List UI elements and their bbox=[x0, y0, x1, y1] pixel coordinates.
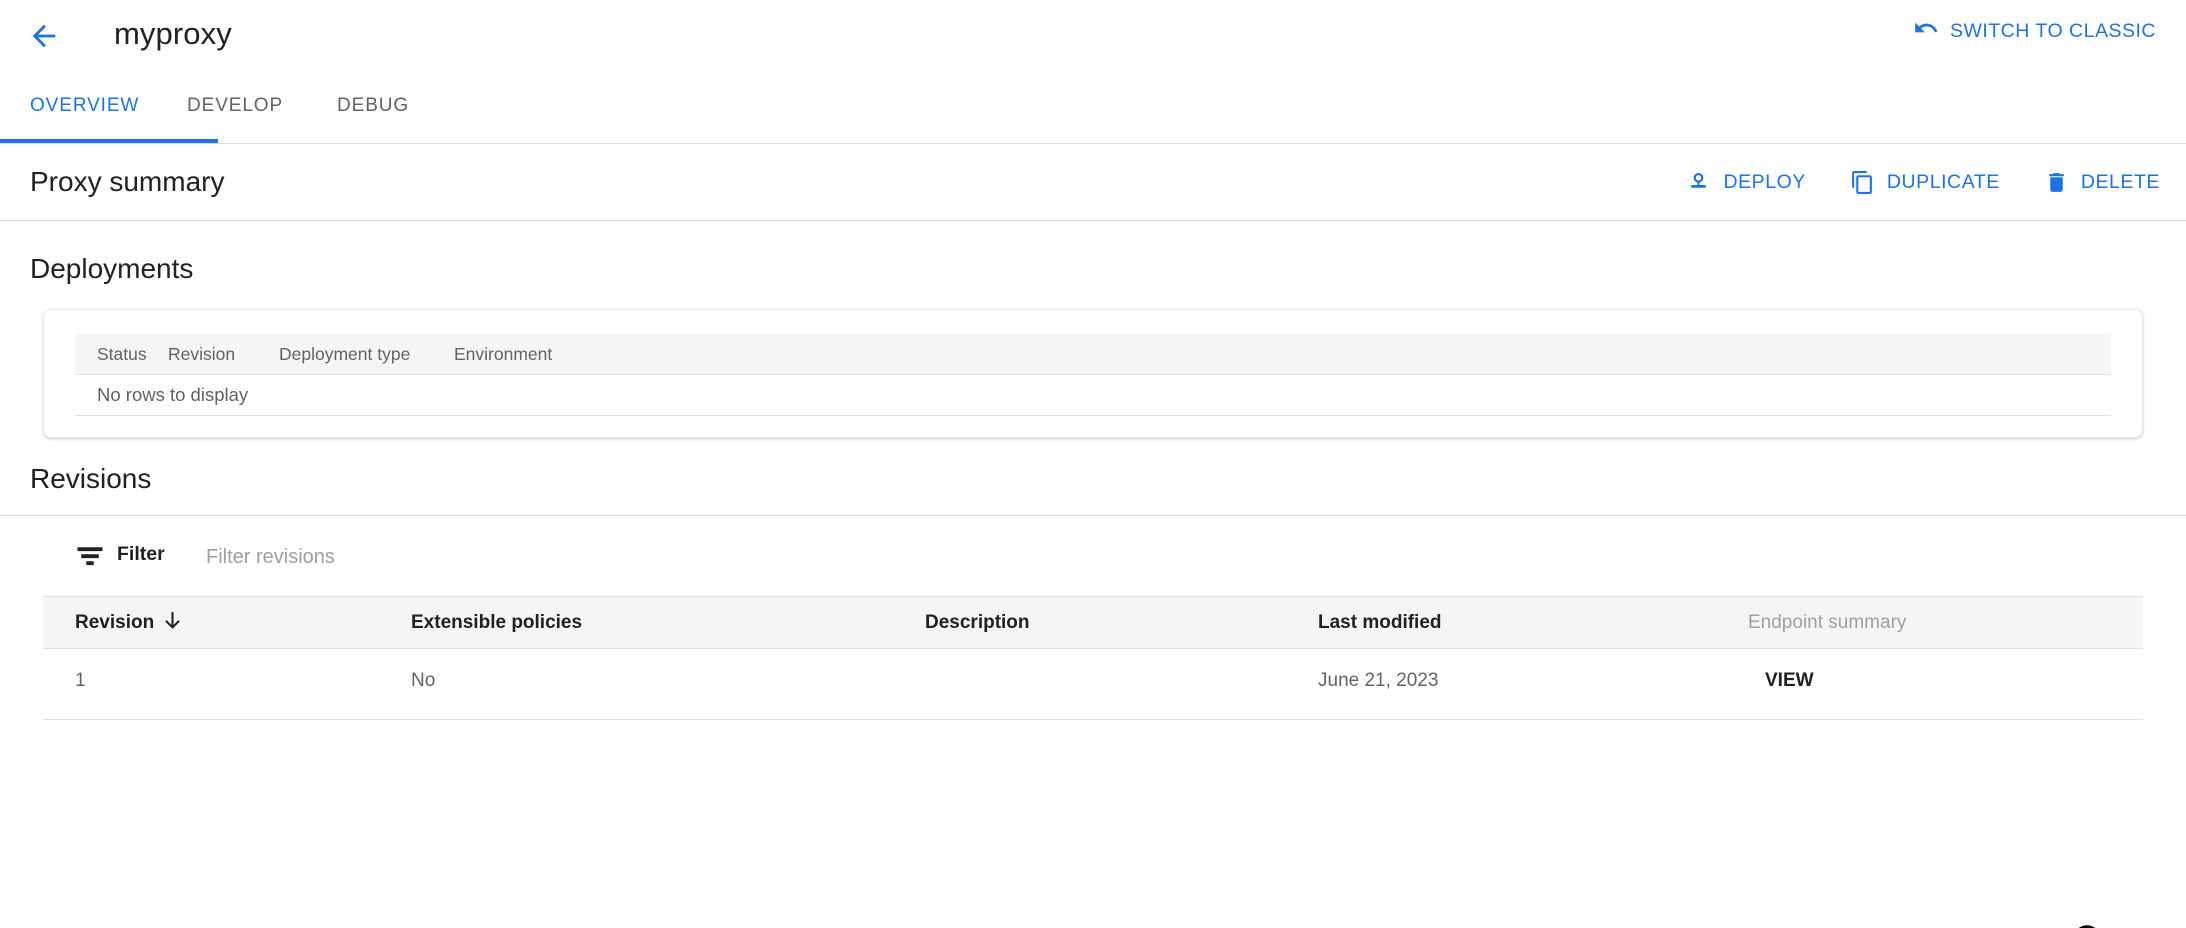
top-app-bar: myproxy SWITCH TO CLASSIC bbox=[0, 0, 2186, 70]
page-title: myproxy bbox=[114, 13, 232, 55]
cell-extensible-policies: No bbox=[411, 670, 435, 692]
publish-icon bbox=[1686, 170, 1711, 195]
revisions-toolbar: Filter bbox=[0, 515, 2186, 596]
undo-icon bbox=[1913, 15, 1939, 47]
revisions-col-last-modified[interactable]: Last modified bbox=[1318, 612, 1442, 634]
switch-to-classic-label: SWITCH TO CLASSIC bbox=[1950, 20, 2156, 43]
deployments-empty-message: No rows to display bbox=[97, 384, 248, 406]
revisions-col-extensible-policies[interactable]: Extensible policies bbox=[411, 612, 582, 634]
deployments-table-header: Status Revision Deployment type Environm… bbox=[75, 334, 2111, 375]
filter-revisions-input[interactable] bbox=[206, 541, 1996, 573]
tab-bar: OVERVIEW DEVELOP DEBUG bbox=[0, 70, 2186, 144]
tab-debug-label: DEBUG bbox=[337, 95, 409, 117]
deployments-card: Status Revision Deployment type Environm… bbox=[43, 309, 2143, 438]
duplicate-label: DUPLICATE bbox=[1887, 171, 2000, 194]
active-tab-indicator bbox=[0, 139, 218, 143]
tab-overview-label: OVERVIEW bbox=[30, 95, 139, 117]
tab-develop-label: DEVELOP bbox=[187, 95, 283, 117]
arrow-back-icon bbox=[27, 19, 61, 53]
deployments-table: Status Revision Deployment type Environm… bbox=[75, 334, 2111, 416]
help-icon[interactable] bbox=[2072, 924, 2102, 928]
deployments-col-status: Status bbox=[97, 344, 147, 365]
cell-last-modified: June 21, 2023 bbox=[1318, 670, 1438, 692]
cell-endpoint-summary-view-link[interactable]: VIEW bbox=[1765, 670, 1814, 692]
deployments-col-deployment-type: Deployment type bbox=[279, 344, 410, 365]
trash-icon bbox=[2044, 170, 2069, 195]
tab-debug[interactable]: DEBUG bbox=[337, 84, 409, 128]
duplicate-button[interactable]: DUPLICATE bbox=[1850, 161, 2000, 203]
delete-label: DELETE bbox=[2081, 171, 2160, 194]
arrow-down-icon[interactable] bbox=[160, 608, 185, 638]
filter-list-icon[interactable] bbox=[75, 543, 105, 569]
delete-button[interactable]: DELETE bbox=[2044, 161, 2160, 203]
filter-button-label[interactable]: Filter bbox=[117, 543, 165, 566]
revisions-heading: Revisions bbox=[30, 460, 151, 498]
back-button[interactable] bbox=[22, 14, 66, 58]
proxy-summary-bar: Proxy summary DEPLOY DUPLICATE bbox=[0, 144, 2186, 221]
tab-overview[interactable]: OVERVIEW bbox=[30, 84, 139, 128]
deployments-table-body: No rows to display bbox=[75, 375, 2111, 416]
copy-icon bbox=[1850, 170, 1875, 195]
deployments-col-revision: Revision bbox=[168, 344, 235, 365]
deploy-label: DEPLOY bbox=[1723, 171, 1805, 194]
revisions-col-endpoint-summary: Endpoint summary bbox=[1748, 612, 1906, 634]
proxy-summary-title: Proxy summary bbox=[30, 162, 224, 202]
switch-to-classic-button[interactable]: SWITCH TO CLASSIC bbox=[1913, 11, 2156, 51]
deployments-heading: Deployments bbox=[30, 250, 193, 288]
deployments-col-environment: Environment bbox=[454, 344, 552, 365]
cell-revision: 1 bbox=[75, 670, 86, 692]
revisions-col-description[interactable]: Description bbox=[925, 612, 1030, 634]
table-row[interactable]: 1 No June 21, 2023 VIEW bbox=[43, 649, 2143, 720]
revisions-col-revision[interactable]: Revision bbox=[75, 612, 154, 634]
revisions-table-header: Revision Extensible policies Description… bbox=[43, 596, 2143, 649]
proxy-summary-actions: DEPLOY DUPLICATE DELETE bbox=[1686, 161, 2160, 203]
deploy-button[interactable]: DEPLOY bbox=[1686, 161, 1805, 203]
tab-develop[interactable]: DEVELOP bbox=[187, 84, 283, 128]
